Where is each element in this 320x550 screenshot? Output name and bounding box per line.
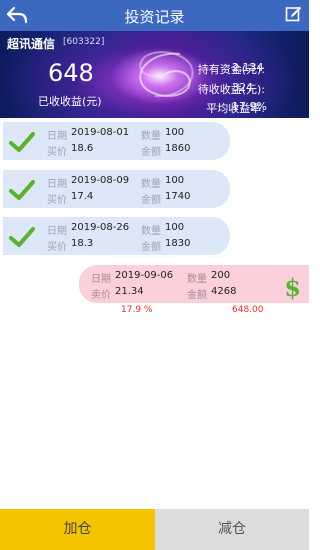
buy-amount: 1740 [165,191,191,202]
reduce-position-button[interactable]: 减仓 [155,509,309,550]
buy-date: 2019-08-01 [71,127,130,138]
check-icon [9,227,35,247]
buy-price: 17.4 [71,191,94,202]
buy-record[interactable]: 日期 2019-08-01 数量 100 买价 18.6 金额 1860 [3,122,230,160]
buy-amount: 1860 [165,143,191,154]
pending-income-value: 324 [232,81,253,94]
amount-label: 金额 [141,242,161,253]
buy-qty: 100 [165,127,185,138]
price-label: 买价 [47,147,67,158]
buy-price: 18.6 [71,143,94,154]
check-icon [9,180,35,200]
sell-profit: 648.00 [232,305,264,315]
sell-price: 21.34 [115,286,144,297]
buy-price: 18.3 [71,238,94,249]
qty-label: 数量 [141,226,161,237]
buy-record[interactable]: 日期 2019-08-09 数量 100 买价 17.4 金额 1740 [3,170,230,208]
amount-label: 金额 [187,290,207,301]
amount-label: 金额 [141,195,161,206]
received-income-label: 已收收益(元) [38,95,102,108]
holding-funds-value: 2,134 [232,61,264,74]
buy-qty: 100 [165,175,185,186]
stock-name: 超讯通信 [7,37,56,51]
price-label: 买价 [47,195,67,206]
qty-label: 数量 [141,131,161,142]
check-icon [9,132,35,152]
buy-amount: 1830 [165,238,191,249]
date-label: 日期 [47,179,67,190]
top-bar: 投资记录 [0,0,309,31]
avg-yield-value: 17.9% [232,100,267,113]
sell-date: 2019-09-06 [115,270,174,281]
stock-code: [603322] [63,37,105,47]
buy-qty: 100 [165,222,185,233]
buy-date: 2019-08-26 [71,222,130,233]
edit-icon[interactable] [285,5,302,22]
sell-qty: 200 [211,270,231,281]
received-income-value: 648 [48,59,94,87]
amount-label: 金额 [141,147,161,158]
price-label: 买价 [47,242,67,253]
add-position-button[interactable]: 加仓 [0,509,155,550]
date-label: 日期 [47,131,67,142]
buy-date: 2019-08-09 [71,175,130,186]
qty-label: 数量 [141,179,161,190]
qty-label: 数量 [187,274,207,285]
dollar-icon: $ [284,273,301,302]
summary-banner: 超讯通信 [603322] 648 已收收益(元) 持有资金(元): 2,134… [0,31,309,118]
date-label: 日期 [91,274,111,285]
sell-yield-rate: 17.9 % [121,305,153,315]
date-label: 日期 [47,226,67,237]
sell-record[interactable]: 日期 2019-09-06 数量 200 卖价 21.34 金额 4268 $ [79,265,309,303]
sell-amount: 4268 [211,286,237,297]
sell-price-label: 卖价 [91,290,111,301]
buy-record[interactable]: 日期 2019-08-26 数量 100 买价 18.3 金额 1830 [3,217,230,255]
page-title: 投资记录 [124,8,185,26]
